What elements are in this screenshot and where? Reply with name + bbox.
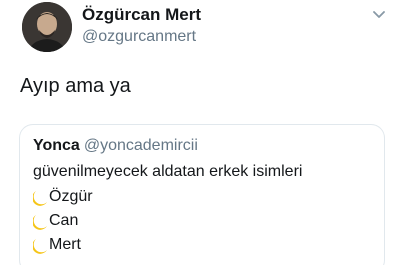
list-item-label: Özgür	[49, 188, 93, 205]
avatar[interactable]	[22, 2, 72, 52]
crescent-moon-icon	[33, 190, 47, 206]
list-item: Can	[33, 210, 78, 232]
quoted-header: Yonca @yoncademircii	[33, 136, 198, 156]
list-item: Mert	[33, 234, 81, 256]
quoted-text: güvenilmeyecek aldatan erkek isimleri	[33, 163, 303, 180]
user-info: Özgürcan Mert @ozgurcanmert	[82, 5, 201, 47]
list-item-label: Mert	[49, 236, 81, 253]
quoted-tweet[interactable]: Yonca @yoncademircii güvenilmeyecek aldat…	[19, 124, 385, 265]
crescent-moon-icon	[33, 214, 47, 230]
list-item: Özgür	[33, 186, 93, 208]
chevron-down-icon[interactable]	[372, 10, 386, 20]
list-item-label: Can	[49, 212, 79, 229]
tweet-text: Ayıp ama ya	[20, 75, 131, 97]
crescent-moon-icon	[33, 238, 47, 254]
tweet-card: Özgürcan Mert @ozgurcanmert Ayıp ama ya …	[0, 0, 400, 265]
quoted-display-name: Yonca	[33, 137, 80, 154]
quoted-handle: @yoncademircii	[83, 137, 198, 154]
display-name[interactable]: Özgürcan Mert	[82, 5, 201, 25]
user-handle[interactable]: @ozgurcanmert	[82, 27, 201, 47]
